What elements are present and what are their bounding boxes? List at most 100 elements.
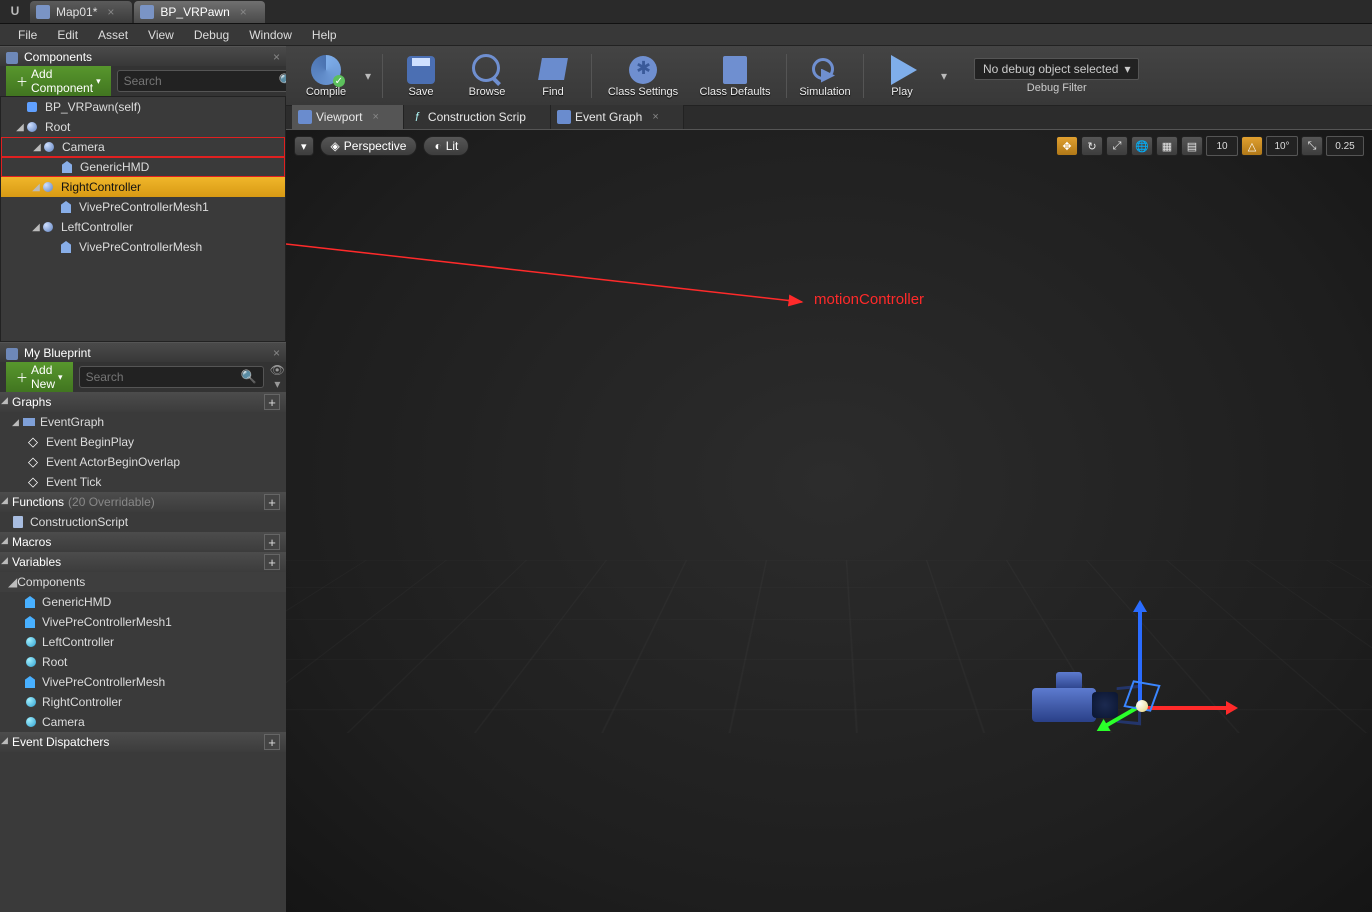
scale-snap-button[interactable]: ⤡ (1301, 136, 1323, 156)
save-button[interactable]: Save (389, 48, 453, 104)
search-input[interactable] (86, 370, 241, 384)
debug-object-select[interactable]: No debug object selected ▾ (974, 58, 1139, 80)
lit-mode-button[interactable]: ◐ Lit (423, 136, 469, 156)
surface-snap-button[interactable]: ▦ (1156, 136, 1178, 156)
close-icon[interactable]: × (652, 111, 658, 123)
class-defaults-button[interactable]: Class Defaults (690, 48, 780, 104)
component-row[interactable]: BP_VRPawn(self) (1, 97, 285, 117)
transform-move-button[interactable]: ✥ (1056, 136, 1078, 156)
menu-debug[interactable]: Debug (184, 28, 239, 42)
title-tab-blueprint[interactable]: BP_VRPawn × (134, 1, 264, 23)
menu-help[interactable]: Help (302, 28, 347, 42)
my-blueprint-search[interactable]: 🔍 (79, 366, 264, 388)
section-variables[interactable]: Variables + (0, 552, 286, 572)
viewport-toolbar-left: ▾ ◈ Perspective ◐ Lit (294, 136, 469, 156)
component-row[interactable]: ◢Camera (1, 137, 285, 157)
compile-dropdown[interactable]: ▾ (360, 69, 376, 83)
component-row[interactable]: ◢ LeftController (1, 217, 285, 237)
close-icon[interactable]: × (240, 5, 247, 19)
add-component-button[interactable]: ＋ Add Component ▾ (6, 63, 111, 99)
angle-snap-value[interactable]: 10° (1266, 136, 1298, 156)
event-row[interactable]: Event Tick (0, 472, 286, 492)
transform-scale-button[interactable]: ⤢ (1106, 136, 1128, 156)
close-icon[interactable]: × (273, 50, 280, 64)
transform-rotate-button[interactable]: ↻ (1081, 136, 1103, 156)
find-button[interactable]: Find (521, 48, 585, 104)
viewport[interactable]: ▾ ◈ Perspective ◐ Lit ✥ ↻ ⤢ 🌐 ▦ ▤ 10 △ (286, 130, 1372, 912)
close-icon[interactable]: × (372, 111, 378, 123)
menu-edit[interactable]: Edit (47, 28, 88, 42)
variable-row[interactable]: Camera (0, 712, 286, 732)
expand-arrow-icon[interactable]: ◢ (15, 122, 25, 133)
variable-row[interactable]: Root (0, 652, 286, 672)
variable-row[interactable]: RightController (0, 692, 286, 712)
add-macro-button[interactable]: + (264, 534, 280, 550)
transform-gizmo-icon[interactable] (1118, 600, 1238, 740)
components-search[interactable]: 🔍 (117, 70, 302, 92)
menu-view[interactable]: View (138, 28, 184, 42)
add-graph-button[interactable]: + (264, 394, 280, 410)
function-row[interactable]: ConstructionScript (0, 512, 286, 532)
editor-tabs: Viewport × f Construction Scrip Event Gr… (286, 106, 1372, 130)
coord-space-button[interactable]: 🌐 (1131, 136, 1153, 156)
component-row[interactable]: VivePreControllerMesh (1, 237, 285, 257)
menu-window[interactable]: Window (239, 28, 302, 42)
menu-asset[interactable]: Asset (88, 28, 138, 42)
add-dispatcher-button[interactable]: + (264, 734, 280, 750)
component-row[interactable]: GenericHMD (1, 157, 285, 177)
scale-snap-value[interactable]: 0.25 (1326, 136, 1364, 156)
search-input[interactable] (124, 74, 279, 88)
tab-viewport[interactable]: Viewport × (292, 105, 404, 129)
tab-construction-script[interactable]: f Construction Scrip (404, 105, 551, 129)
close-icon[interactable]: × (107, 5, 114, 19)
variables-subheader[interactable]: ◢ Components (0, 572, 286, 592)
var-mesh-icon (24, 675, 38, 689)
my-blueprint-toolrow: ＋ Add New ▾ 🔍 👁▾ (0, 362, 286, 392)
section-graphs[interactable]: Graphs + (0, 392, 286, 412)
view-mode-button[interactable]: ◈ Perspective (320, 136, 418, 156)
event-row[interactable]: Event BeginPlay (0, 432, 286, 452)
close-icon[interactable]: × (273, 346, 280, 360)
section-event-dispatchers[interactable]: Event Dispatchers + (0, 732, 286, 752)
compile-button[interactable]: Compile (294, 48, 358, 104)
add-variable-button[interactable]: + (264, 554, 280, 570)
add-function-button[interactable]: + (264, 494, 280, 510)
menu-bar: File Edit Asset View Debug Window Help (0, 24, 1372, 46)
play-button[interactable]: Play (870, 48, 934, 104)
mesh-icon (59, 200, 75, 214)
component-label: LeftController (61, 220, 133, 234)
browse-button[interactable]: Browse (455, 48, 519, 104)
variable-row[interactable]: LeftController (0, 632, 286, 652)
expand-arrow-icon[interactable]: ◢ (31, 222, 41, 233)
expand-arrow-icon[interactable]: ◢ (31, 182, 41, 193)
variable-row[interactable]: VivePreControllerMesh (0, 672, 286, 692)
components-panel-tab[interactable]: Components × (0, 46, 286, 66)
variable-row[interactable]: GenericHMD (0, 592, 286, 612)
component-row[interactable]: ◢Root (1, 117, 285, 137)
play-dropdown[interactable]: ▾ (936, 69, 952, 83)
tab-event-graph[interactable]: Event Graph × (551, 105, 684, 129)
simulation-button[interactable]: Simulation (793, 48, 857, 104)
section-macros[interactable]: Macros + (0, 532, 286, 552)
grid-snap-button[interactable]: ▤ (1181, 136, 1203, 156)
add-new-button[interactable]: ＋ Add New ▾ (6, 359, 73, 395)
component-label: GenericHMD (80, 160, 149, 174)
grid-snap-value[interactable]: 10 (1206, 136, 1238, 156)
angle-snap-button[interactable]: △ (1241, 136, 1263, 156)
viewport-options-button[interactable]: ▾ (294, 136, 314, 156)
viewport-toolbar-right: ✥ ↻ ⤢ 🌐 ▦ ▤ 10 △ 10° ⤡ 0.25 (1056, 136, 1364, 156)
view-options-button[interactable]: 👁▾ (270, 363, 285, 391)
component-row[interactable]: VivePreControllerMesh1 (1, 197, 285, 217)
my-blueprint-panel-tab[interactable]: My Blueprint × (0, 342, 286, 362)
class-settings-button[interactable]: Class Settings (598, 48, 688, 104)
section-functions[interactable]: Functions (20 Overridable) + (0, 492, 286, 512)
title-tab-map[interactable]: Map01* × (30, 1, 132, 23)
expand-arrow-icon[interactable]: ◢ (32, 142, 42, 153)
mesh-icon (59, 240, 75, 254)
event-row[interactable]: Event ActorBeginOverlap (0, 452, 286, 472)
menu-file[interactable]: File (8, 28, 47, 42)
caret-down-icon: ▾ (1124, 62, 1130, 76)
variable-row[interactable]: VivePreControllerMesh1 (0, 612, 286, 632)
graph-row[interactable]: ◢EventGraph (0, 412, 286, 432)
component-row[interactable]: ◢RightController (1, 177, 285, 197)
